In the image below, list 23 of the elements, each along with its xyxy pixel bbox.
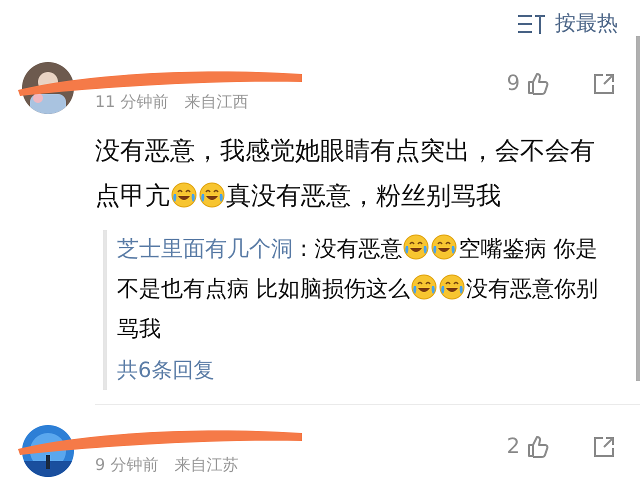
thumbs-up-icon[interactable] [526, 72, 550, 96]
comment-time: 11 分钟前 [95, 91, 168, 113]
comment-location: 来自江苏 [174, 454, 238, 476]
comment-location: 来自江西 [184, 91, 248, 113]
comment-text: 没有恶意，我感觉她眼睛有点突出，会不会有点甲亢 真没有恶意，粉丝别骂我 [95, 135, 596, 212]
view-replies-link[interactable]: 共6条回复 [117, 350, 214, 390]
scroll-bar[interactable] [636, 36, 640, 381]
share-icon[interactable] [592, 72, 616, 96]
laughing-crying-emoji-icon [431, 234, 458, 260]
like-count: 2 [506, 433, 520, 460]
sort-button[interactable]: 按最热 [517, 8, 618, 40]
laughing-crying-emoji-icon [439, 274, 465, 300]
comment-time: 9 分钟前 [95, 454, 158, 476]
reply-text: 芝士里面有几个洞 : 没有恶意 空嘴鉴病 你是不是也有点病 比如脑损伤这么 没有恶意你别骂我 [117, 230, 607, 350]
like-count: 9 [506, 70, 520, 97]
laughing-crying-emoji-icon [199, 182, 225, 208]
share-icon[interactable] [592, 434, 616, 459]
laughing-crying-emoji-icon [411, 274, 437, 300]
thumbs-up-icon[interactable] [526, 434, 550, 459]
reply-author-link[interactable]: 芝士里面有几个洞 [117, 237, 293, 262]
sort-icon [517, 13, 547, 35]
laughing-crying-emoji-icon [171, 182, 197, 208]
laughing-crying-emoji-icon [403, 234, 430, 260]
